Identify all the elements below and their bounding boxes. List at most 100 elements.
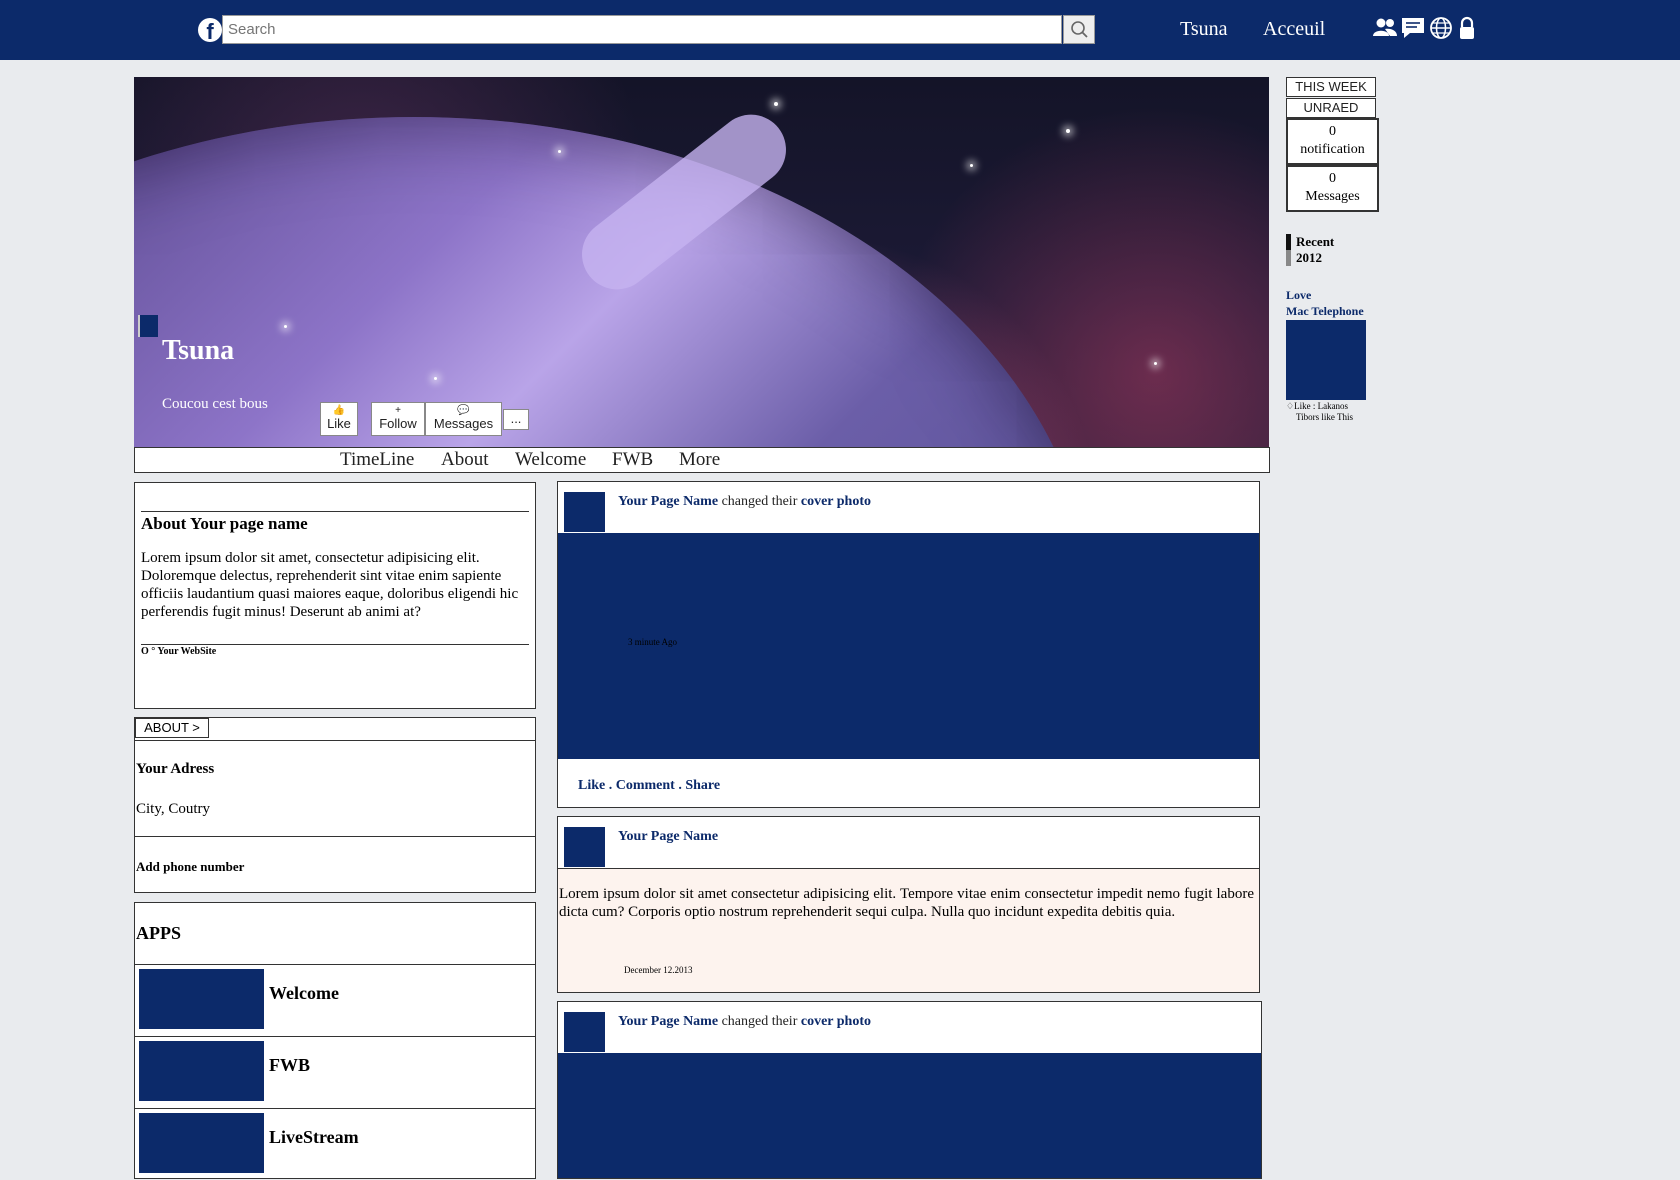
timeline-year-2012[interactable]: 2012 [1286, 250, 1322, 266]
app-label: FWB [269, 1055, 311, 1075]
post-action-text: changed their [721, 1014, 798, 1029]
nav-home-link[interactable]: Acceuil [1263, 18, 1325, 41]
profile-name: Tsuna [162, 335, 235, 366]
post-timestamp: 3 minute Ago [628, 637, 677, 647]
post-author-link[interactable]: Your Page Name [618, 1014, 718, 1029]
cover-marker [138, 315, 158, 337]
search-button[interactable] [1063, 15, 1095, 44]
notification-label: notification [1300, 142, 1365, 157]
post-card: Your Page Name changed their cover photo [557, 1001, 1262, 1179]
app-label: LiveStream [269, 1127, 359, 1147]
post-image[interactable] [558, 1053, 1261, 1178]
search-icon [1071, 21, 1088, 38]
sidebar-likes-line2: Tibors like This [1296, 412, 1354, 422]
comment-icon: 💬 [457, 405, 470, 416]
sidebar-link-love[interactable]: Love [1286, 288, 1311, 303]
sidebar-link-mac-telephone[interactable]: Mac Telephone [1286, 304, 1364, 319]
thumbs-up-icon: 👍 [332, 405, 346, 416]
tab-more[interactable]: More [679, 449, 720, 471]
about-tab-button[interactable]: ABOUT > [135, 718, 209, 738]
post-image[interactable]: 3 minute Ago [558, 533, 1259, 759]
about-description: Lorem ipsum dolor sit amet, consectetur … [141, 550, 519, 620]
search-input[interactable] [222, 15, 1062, 44]
tab-about[interactable]: About [441, 449, 489, 471]
avatar[interactable] [564, 827, 605, 867]
plus-icon: + [395, 405, 401, 416]
post-title: Your Page Name changed their cover photo [618, 494, 871, 510]
app-thumbnail [139, 969, 264, 1029]
app-item-welcome[interactable]: Welcome [135, 964, 535, 1036]
top-bar: f Tsuna Acceuil [0, 0, 1680, 60]
post-timestamp: December 12.2013 [624, 965, 693, 975]
add-phone-link[interactable]: Add phone number [136, 859, 244, 875]
post-object-link[interactable]: cover photo [801, 1014, 871, 1029]
tab-fwb[interactable]: FWB [612, 449, 653, 471]
like-button-label: Like [327, 416, 351, 431]
about-page-box: About Your page name Lorem ipsum dolor s… [134, 482, 536, 709]
messages-counter[interactable]: 0 Messages [1286, 165, 1379, 212]
post-title: Your Page Name changed their cover photo [618, 1014, 871, 1030]
follow-button[interactable]: + Follow [371, 402, 425, 436]
post-card: Your Page Name changed their cover photo… [557, 481, 1260, 808]
post-header: Your Page Name changed their cover photo [558, 1002, 1261, 1054]
lock-icon[interactable] [1456, 15, 1480, 41]
app-label: Welcome [269, 983, 339, 1003]
profile-bio: Coucou cest bous [162, 396, 268, 412]
follow-button-label: Follow [379, 416, 417, 431]
post-text: Lorem ipsum dolor sit amet consectetur a… [559, 886, 1254, 920]
timeline-year-recent[interactable]: Recent [1286, 234, 1334, 250]
tab-welcome[interactable]: Welcome [515, 449, 586, 471]
app-item-livestream[interactable]: LiveStream [135, 1108, 535, 1180]
app-thumbnail [139, 1113, 264, 1173]
avatar[interactable] [564, 492, 605, 532]
cover-star [284, 325, 287, 328]
avatar[interactable] [564, 1012, 605, 1052]
cover-star [558, 150, 561, 153]
notification-count: 0 [1329, 124, 1336, 139]
sidebar-thumbnail[interactable] [1286, 320, 1366, 400]
like-button[interactable]: 👍 Like [320, 402, 358, 436]
notification-counter[interactable]: 0 notification [1286, 118, 1379, 165]
unread-button[interactable]: UNRAED [1286, 98, 1376, 118]
more-options-button[interactable]: ... [503, 409, 529, 430]
app-thumbnail [139, 1041, 264, 1101]
profile-tab-bar: TimeLine About Welcome FWB More [134, 447, 1270, 473]
post-header: Your Page Name [558, 817, 1259, 869]
tab-timeline[interactable]: TimeLine [340, 449, 414, 471]
about-title: About Your page name [141, 511, 529, 534]
facebook-logo-icon[interactable]: f [198, 18, 222, 42]
cover-photo: Tsuna Coucou cest bous 👍 Like + Follow 💬… [134, 77, 1269, 447]
post-object-link[interactable]: cover photo [801, 494, 871, 509]
post-title: Your Page Name [618, 829, 718, 845]
messages-button[interactable]: 💬 Messages [425, 402, 502, 436]
messages-icon[interactable] [1400, 15, 1424, 41]
friends-icon[interactable] [1372, 15, 1397, 41]
post-author-link[interactable]: Your Page Name [618, 829, 718, 844]
messages-button-label: Messages [433, 416, 494, 431]
thumbs-up-icon: ♢ [1286, 401, 1295, 411]
post-header: Your Page Name changed their cover photo [558, 482, 1259, 533]
address-section: Your Adress City, Coutry [135, 740, 535, 837]
app-item-fwb[interactable]: FWB [135, 1036, 535, 1108]
more-options-label: ... [510, 411, 522, 426]
cover-star [1066, 129, 1070, 133]
post-action-text: changed their [721, 494, 798, 509]
post-author-link[interactable]: Your Page Name [618, 494, 718, 509]
cover-star [434, 377, 437, 380]
messages-count: 0 [1329, 171, 1336, 186]
apps-box: APPS Welcome FWB LiveStream [134, 902, 536, 1179]
this-week-button[interactable]: THIS WEEK [1286, 77, 1376, 97]
cover-star [970, 164, 973, 167]
apps-title: APPS [136, 923, 181, 943]
nav-profile-link[interactable]: Tsuna [1180, 18, 1227, 41]
sidebar-likes: ♢Like : Lakanos Tibors like This [1286, 401, 1353, 423]
globe-icon[interactable] [1428, 15, 1452, 41]
website-link[interactable]: O ° Your WebSite [141, 644, 529, 657]
address-label: Your Adress [136, 761, 215, 777]
post-card: Your Page Name Lorem ipsum dolor sit ame… [557, 816, 1260, 993]
messages-label: Messages [1305, 189, 1360, 204]
address-value: City, Coutry [136, 801, 211, 817]
cover-star [774, 102, 778, 106]
sidebar-likes-line1: Like : Lakanos [1294, 401, 1349, 411]
post-actions[interactable]: Like . Comment . Share [578, 778, 720, 794]
